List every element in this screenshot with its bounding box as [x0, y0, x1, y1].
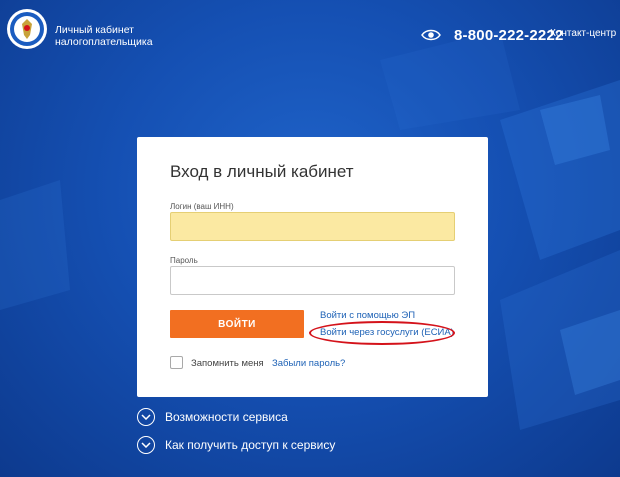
login-label: Логин (ваш ИНН): [170, 202, 234, 211]
forgot-password-link[interactable]: Забыли пароль?: [272, 358, 345, 369]
access-howto-label: Как получить доступ к сервису: [165, 438, 336, 452]
remember-checkbox[interactable]: [170, 356, 183, 369]
service-features-label: Возможности сервиса: [165, 410, 288, 424]
fns-emblem-icon[interactable]: [6, 8, 48, 50]
password-input[interactable]: [170, 266, 455, 295]
login-esia-link[interactable]: Войти через госуслуги (ЕСИА): [320, 327, 454, 338]
access-howto-toggle[interactable]: Как получить доступ к сервису: [137, 436, 335, 454]
contact-center-link[interactable]: Контакт-центр: [550, 28, 616, 39]
service-features-toggle[interactable]: Возможности сервиса: [137, 408, 288, 426]
brand-title: Личный кабинет налогоплательщика: [55, 24, 153, 48]
remember-label: Запомнить меня: [191, 358, 264, 369]
login-button[interactable]: ВОЙТИ: [170, 310, 304, 338]
login-card: Вход в личный кабинет Логин (ваш ИНН) Па…: [137, 137, 488, 397]
eye-icon[interactable]: [421, 28, 441, 42]
page-title: Вход в личный кабинет: [170, 162, 354, 181]
login-input[interactable]: [170, 212, 455, 241]
chevron-down-icon: [137, 408, 155, 426]
login-ep-link[interactable]: Войти с помощью ЭП: [320, 310, 415, 321]
brand-line-2: налогоплательщика: [55, 36, 153, 48]
chevron-down-icon: [137, 436, 155, 454]
brand-line-1: Личный кабинет: [55, 24, 134, 36]
phone-number[interactable]: 8-800-222-2222: [454, 27, 564, 44]
password-label: Пароль: [170, 256, 198, 265]
